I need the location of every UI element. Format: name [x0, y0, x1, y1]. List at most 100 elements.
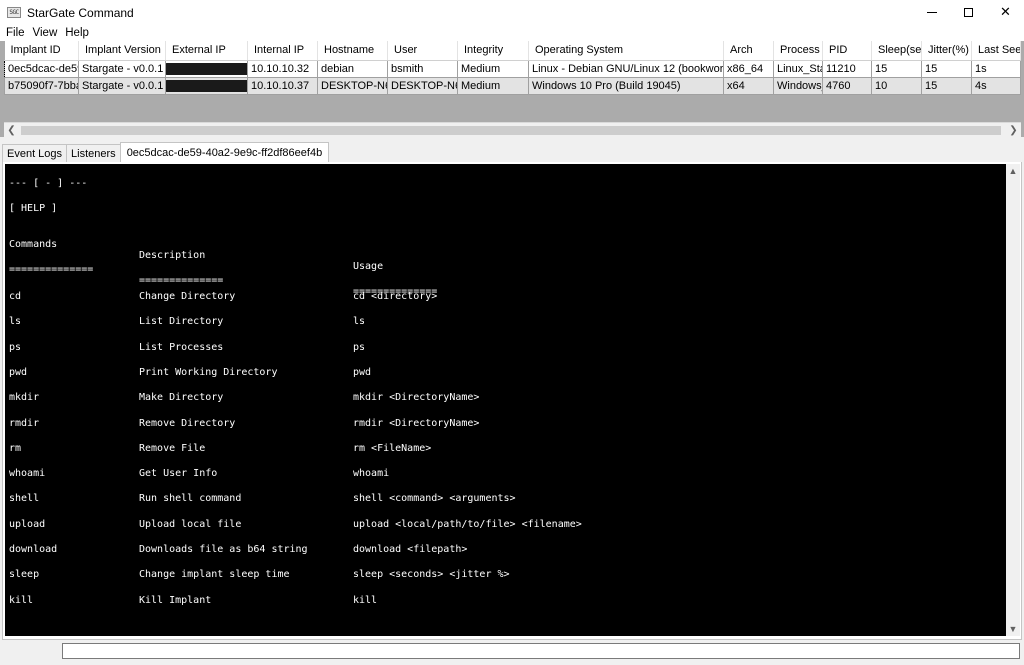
- tab-listeners[interactable]: Listeners: [66, 144, 121, 162]
- maximize-button[interactable]: [950, 0, 987, 25]
- grid-cell[interactable]: 15: [871, 59, 922, 78]
- implants-grid-area: Implant ID Implant Version External IP I…: [0, 41, 1024, 137]
- column-header[interactable]: Last Seen: [971, 41, 1021, 61]
- grid-horizontal-scrollbar[interactable]: ❮ ❯: [4, 122, 1021, 137]
- grid-cell[interactable]: Linux - Debian GNU/Linux 12 (bookworm): [528, 59, 724, 78]
- grid-cell[interactable]: 15: [921, 76, 972, 95]
- command-name: rm: [9, 443, 22, 454]
- grid-cell[interactable]: Windows 10 Pro (Build 19045): [528, 76, 724, 95]
- column-header[interactable]: Implant Version: [78, 41, 166, 61]
- command-usage: ls: [353, 316, 366, 327]
- tab-implant-session[interactable]: 0ec5dcac-de59-40a2-9e9c-ff2df86eef4b: [119, 142, 330, 162]
- command-name: upload: [9, 519, 46, 530]
- console-vertical-scrollbar[interactable]: ▲ ▼: [1006, 164, 1020, 636]
- command-name: ls: [9, 316, 22, 327]
- grid-cell[interactable]: DESKTOP-N6R: [387, 76, 458, 95]
- grid-cell[interactable]: debian: [317, 59, 388, 78]
- column-header[interactable]: User: [387, 41, 458, 61]
- command-row: ps List Processes ps: [5, 342, 1005, 356]
- command-input[interactable]: [62, 643, 1020, 659]
- column-header[interactable]: Arch: [723, 41, 774, 61]
- command-row: ls List Directory ls: [5, 316, 1005, 330]
- header-commands: Commands: [9, 239, 58, 250]
- column-header[interactable]: Integrity: [457, 41, 529, 61]
- command-row: cd Change Directory cd <directory>: [5, 291, 1005, 305]
- console-table-header: Commands Description Usage: [5, 228, 1005, 272]
- column-header[interactable]: Implant ID: [4, 41, 79, 61]
- close-button[interactable]: ✕: [987, 0, 1024, 25]
- grid-cell[interactable]: 4760: [822, 76, 872, 95]
- grid-cell[interactable]: 10.10.10.37: [247, 76, 318, 95]
- redaction-mark: [166, 79, 247, 92]
- command-usage: cd <directory>: [353, 291, 438, 302]
- command-usage: rm <FileName>: [353, 443, 432, 454]
- grid-cell[interactable]: Stargate - v0.0.1: [78, 59, 166, 78]
- grid-cell[interactable]: x64: [723, 76, 774, 95]
- command-usage: kill: [353, 595, 378, 606]
- column-header[interactable]: PID: [822, 41, 872, 61]
- grid-cell[interactable]: Linux_Star: [773, 59, 823, 78]
- app-icon: SGC: [7, 7, 21, 18]
- menu-bar: File View Help: [0, 25, 1024, 41]
- menu-view[interactable]: View: [29, 27, 62, 39]
- command-usage: mkdir <DirectoryName>: [353, 392, 480, 403]
- console-header-line: --- [ - ] ---: [9, 178, 88, 189]
- implant-row[interactable]: b75090f7-7bba Stargate - v0.0.1 10.10.10…: [4, 76, 1021, 95]
- command-description: Change implant sleep time: [139, 569, 290, 580]
- grid-cell[interactable]: bsmith: [387, 59, 458, 78]
- scroll-down-icon[interactable]: ▼: [1006, 622, 1020, 636]
- grid-cell[interactable]: 0ec5dcac-de59: [4, 59, 79, 78]
- grid-cell-external-ip[interactable]: [165, 76, 248, 95]
- grid-cell[interactable]: Windows_: [773, 76, 823, 95]
- menu-file[interactable]: File: [0, 27, 29, 39]
- console-output[interactable]: --- [ - ] --- [ HELP ] Commands Descript…: [5, 164, 1008, 636]
- column-header[interactable]: Jitter(%): [921, 41, 972, 61]
- command-description: Downloads file as b64 string: [139, 544, 308, 555]
- grid-cell[interactable]: 11210: [822, 59, 872, 78]
- command-description: Make Directory: [139, 392, 224, 403]
- grid-cell[interactable]: 10.10.10.32: [247, 59, 318, 78]
- command-row: upload Upload local file upload <local/pat…: [5, 519, 1005, 533]
- grid-cell-external-ip[interactable]: [165, 59, 248, 78]
- grid-cell[interactable]: 1s: [971, 59, 1021, 78]
- grid-cell[interactable]: Medium: [457, 59, 529, 78]
- command-row: whoami Get User Info whoami: [5, 468, 1005, 482]
- command-usage: ps: [353, 342, 366, 353]
- scroll-left-icon[interactable]: ❮: [4, 123, 19, 138]
- command-row: pwd Print Working Directory pwd: [5, 367, 1005, 381]
- title-bar: SGC StarGate Command ✕: [0, 0, 1024, 25]
- grid-cell[interactable]: b75090f7-7bba: [4, 76, 79, 95]
- grid-cell[interactable]: 15: [921, 59, 972, 78]
- grid-cell[interactable]: 10: [871, 76, 922, 95]
- column-header[interactable]: Sleep(sec: [871, 41, 922, 61]
- command-usage: sleep <seconds> <jitter %>: [353, 569, 510, 580]
- command-name: sleep: [9, 569, 40, 580]
- scroll-up-icon[interactable]: ▲: [1006, 164, 1020, 178]
- implant-row[interactable]: 0ec5dcac-de59 Stargate - v0.0.1 10.10.10…: [4, 59, 1021, 78]
- command-name: pwd: [9, 367, 28, 378]
- command-description: List Processes: [139, 342, 224, 353]
- scrollbar-thumb[interactable]: [21, 126, 1001, 135]
- command-name: download: [9, 544, 58, 555]
- grid-cell[interactable]: x86_64: [723, 59, 774, 78]
- window-title: StarGate Command: [27, 5, 134, 20]
- close-icon: ✕: [1000, 5, 1011, 20]
- grid-cell[interactable]: Medium: [457, 76, 529, 95]
- column-header[interactable]: External IP: [165, 41, 248, 61]
- column-header[interactable]: Hostname: [317, 41, 388, 61]
- column-header[interactable]: Internal IP: [247, 41, 318, 61]
- command-usage: rmdir <DirectoryName>: [353, 418, 480, 429]
- command-description: Remove Directory: [139, 418, 236, 429]
- minimize-button[interactable]: [913, 0, 950, 25]
- tab-event-logs[interactable]: Event Logs: [2, 144, 68, 162]
- command-row: download Downloads file as b64 string down…: [5, 544, 1005, 558]
- command-row: kill Kill Implant kill: [5, 595, 1005, 609]
- column-header[interactable]: Operating System: [528, 41, 724, 61]
- grid-cell[interactable]: DESKTOP-N6R: [317, 76, 388, 95]
- column-header[interactable]: Process: [773, 41, 823, 61]
- menu-help[interactable]: Help: [61, 27, 93, 39]
- scroll-right-icon[interactable]: ❯: [1006, 123, 1021, 138]
- command-name: rmdir: [9, 418, 40, 429]
- grid-cell[interactable]: Stargate - v0.0.1: [78, 76, 166, 95]
- grid-cell[interactable]: 4s: [971, 76, 1021, 95]
